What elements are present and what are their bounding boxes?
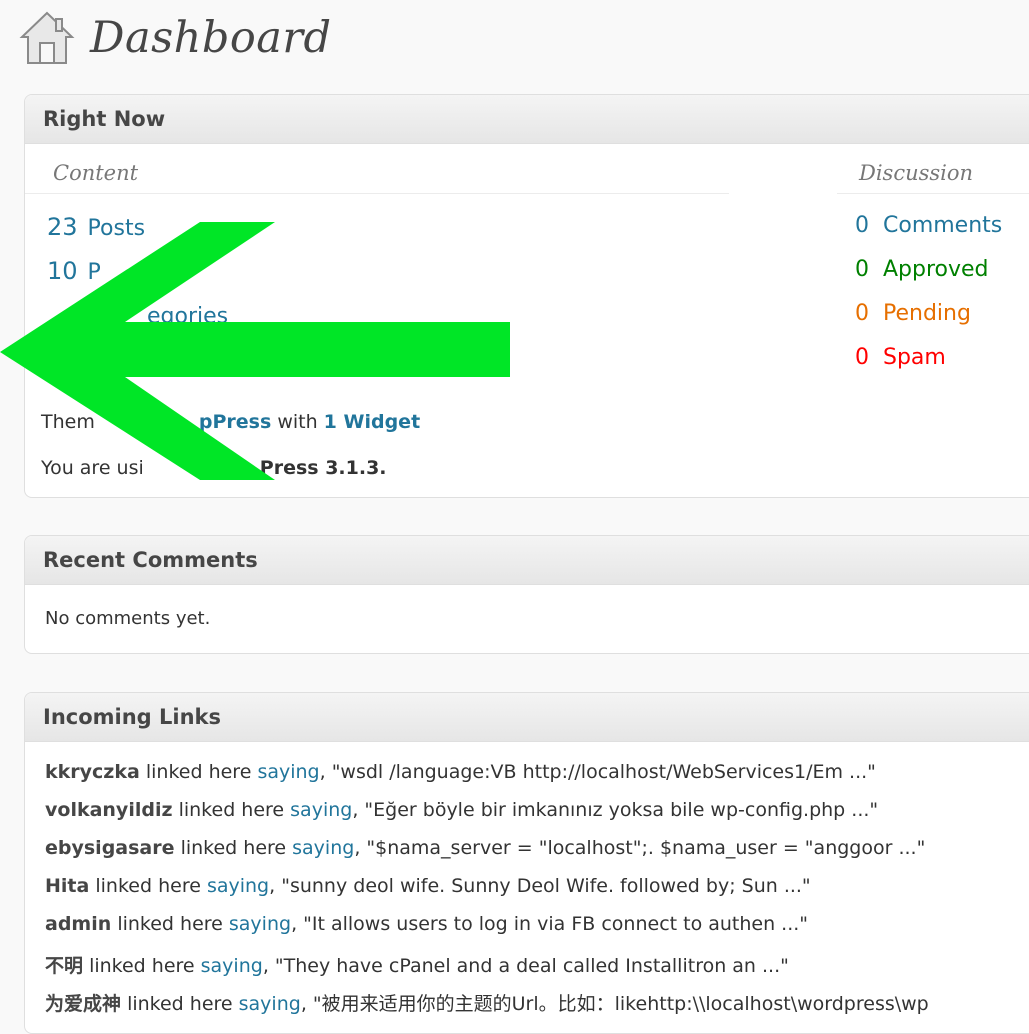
approved-count[interactable]: 0 [855,257,869,282]
approved-stat[interactable]: 0 Approved [855,257,989,282]
recent-comments-title[interactable]: Recent Comments [25,536,1029,585]
linked-here-text: linked here [95,875,201,897]
recent-comments-widget: Recent Comments No comments yet. [24,535,1029,654]
page-header: Dashboard [18,8,332,68]
home-icon [19,11,75,64]
link-excerpt: , "It allows users to log in via FB conn… [291,913,809,935]
saying-link[interactable]: saying [292,837,354,859]
incoming-link-row: ebysigasare linked here saying, "$nama_s… [45,837,925,859]
saying-link[interactable]: saying [201,955,263,977]
linked-here-text: linked here [117,913,223,935]
page-title: Dashboard [90,13,332,63]
link-author[interactable]: ebysigasare [45,837,175,859]
link-excerpt: , "wsdl /language:VB http://localhost/We… [319,761,876,783]
saying-link[interactable]: saying [257,761,319,783]
link-author[interactable]: kkryczka [45,761,140,783]
incoming-link-row: 为爱成神 linked here saying, "被用来适用你的主题的Url。… [45,989,929,1016]
discussion-divider [837,193,1029,194]
comments-stat[interactable]: 0 Comments [855,213,1002,238]
incoming-link-row: Hita linked here saying, "sunny deol wif… [45,875,811,897]
saying-link[interactable]: saying [239,993,301,1015]
pending-count[interactable]: 0 [855,301,869,326]
content-divider [25,193,729,194]
comments-label[interactable]: Comments [883,213,1002,238]
right-now-title[interactable]: Right Now [25,95,1029,144]
link-excerpt: , "sunny deol wife. Sunny Deol Wife. fol… [269,875,811,897]
link-excerpt: , "Eğer böyle bir imkanınız yoksa bile w… [352,799,879,821]
no-comments-text: No comments yet. [45,608,211,629]
saying-link[interactable]: saying [229,913,291,935]
incoming-link-row: admin linked here saying, "It allows use… [45,913,808,935]
saying-link[interactable]: saying [290,799,352,821]
spam-label[interactable]: Spam [883,345,946,370]
link-author[interactable]: admin [45,913,111,935]
link-author[interactable]: 不明 [45,955,83,977]
incoming-links-widget: Incoming Links kkryczka linked here sayi… [24,692,1029,1034]
linked-here-text: linked here [180,837,287,859]
link-excerpt: , "They have cPanel and a deal called In… [262,955,789,977]
link-excerpt: , "$nama_server = "localhost";. $nama_us… [354,837,926,859]
comments-count[interactable]: 0 [855,213,869,238]
link-excerpt: , "被用来适用你的主题的Url。比如：likehttp:\\localhost… [300,993,929,1015]
saying-link[interactable]: saying [207,875,269,897]
pending-stat[interactable]: 0 Pending [855,301,971,326]
linked-here-text: linked here [178,799,285,821]
content-heading: Content [53,161,139,185]
incoming-links-title[interactable]: Incoming Links [25,693,1029,742]
discussion-heading: Discussion [859,161,974,185]
incoming-link-row: 不明 linked here saying, "They have cPanel… [45,951,789,978]
link-author[interactable]: Hita [45,875,89,897]
incoming-link-row: volkanyildiz linked here saying, "Eğer b… [45,799,878,821]
link-author[interactable]: volkanyildiz [45,799,173,821]
approved-label[interactable]: Approved [883,257,989,282]
linked-here-text: linked here [145,761,252,783]
linked-here-text: linked here [127,993,233,1015]
spam-count[interactable]: 0 [855,345,869,370]
spam-stat[interactable]: 0 Spam [855,345,946,370]
pending-label[interactable]: Pending [883,301,971,326]
linked-here-text: linked here [89,955,195,977]
incoming-link-row: kkryczka linked here saying, "wsdl /lang… [45,761,876,783]
green-arrow-annotation [0,222,510,480]
link-author[interactable]: 为爱成神 [45,993,121,1015]
